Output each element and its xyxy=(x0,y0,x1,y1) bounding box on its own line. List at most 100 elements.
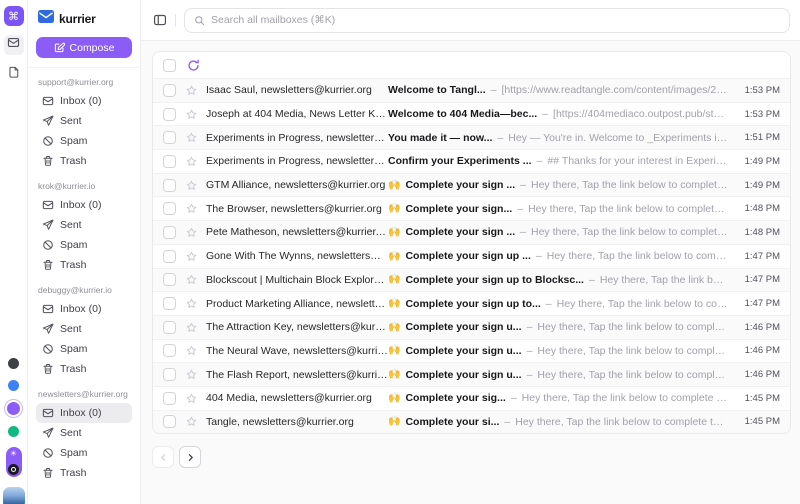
row-checkbox[interactable] xyxy=(163,415,176,428)
row-checkbox[interactable] xyxy=(163,179,176,192)
email-row[interactable]: Blockscout | Multichain Block Explorer F… xyxy=(153,268,790,292)
row-checkbox[interactable] xyxy=(163,368,176,381)
inbox-icon xyxy=(42,407,54,419)
star-icon[interactable] xyxy=(186,180,197,191)
theme-toggle[interactable]: ☀ xyxy=(6,447,22,477)
rail-bottom: ☀ xyxy=(3,358,25,504)
sidebar-mailbox-item[interactable]: Trash xyxy=(36,151,132,171)
compose-button[interactable]: Compose xyxy=(36,37,132,58)
sidebar-mailbox-item[interactable]: Inbox (0) xyxy=(36,403,132,423)
search-bar[interactable] xyxy=(184,8,790,33)
star-icon[interactable] xyxy=(186,274,197,285)
star-icon[interactable] xyxy=(186,109,197,120)
left-rail: ⌘ ☀ xyxy=(0,0,28,504)
email-row[interactable]: The Flash Report, newsletters@kurrier.or… xyxy=(153,362,790,386)
star-icon[interactable] xyxy=(186,227,197,238)
star-icon[interactable] xyxy=(186,156,197,167)
email-row[interactable]: Tangle, newsletters@kurrier.org 🙌 Comple… xyxy=(153,410,790,434)
row-checkbox[interactable] xyxy=(163,344,176,357)
sidebar-mailbox-item[interactable]: Inbox (0) xyxy=(36,91,132,111)
email-row[interactable]: Joseph at 404 Media, News Letter Kurrier… xyxy=(153,102,790,126)
command-palette-button[interactable]: ⌘ xyxy=(4,6,24,26)
row-checkbox[interactable] xyxy=(163,155,176,168)
select-all-checkbox[interactable] xyxy=(163,59,176,72)
row-checkbox[interactable] xyxy=(163,273,176,286)
prev-page-button[interactable] xyxy=(152,446,174,468)
row-checkbox[interactable] xyxy=(163,392,176,405)
email-row[interactable]: Gone With The Wynns, newsletters@kurr...… xyxy=(153,244,790,268)
email-row[interactable]: Isaac Saul, newsletters@kurrier.org Welc… xyxy=(153,78,790,102)
email-row[interactable]: Product Marketing Alliance, newsletters.… xyxy=(153,291,790,315)
email-row[interactable]: 404 Media, newsletters@kurrier.org 🙌 Com… xyxy=(153,386,790,410)
star-icon[interactable] xyxy=(186,298,197,309)
pagination xyxy=(152,434,791,480)
row-checkbox[interactable] xyxy=(163,108,176,121)
sidebar-mailbox-item[interactable]: Spam xyxy=(36,339,132,359)
account-section: debuggy@kurrier.io Inbox (0) Sent Spam T… xyxy=(36,280,132,379)
sidebar-divider xyxy=(28,67,140,68)
accent-dot-blue[interactable] xyxy=(8,380,19,391)
row-checkbox[interactable] xyxy=(163,84,176,97)
row-checkbox[interactable] xyxy=(163,131,176,144)
row-checkbox[interactable] xyxy=(163,321,176,334)
accent-dot-dark[interactable] xyxy=(8,358,19,369)
user-avatar[interactable] xyxy=(3,487,25,504)
refresh-icon[interactable] xyxy=(187,59,200,72)
raising-hands-emoji: 🙌 xyxy=(388,416,400,427)
email-row[interactable]: The Browser, newsletters@kurrier.org 🙌 C… xyxy=(153,196,790,220)
email-snippet: Hey there, Tap the link below to complet… xyxy=(600,274,728,286)
subject-snippet-separator: – xyxy=(546,298,552,310)
row-checkbox[interactable] xyxy=(163,297,176,310)
star-icon[interactable] xyxy=(186,393,197,404)
star-icon[interactable] xyxy=(186,369,197,380)
raising-hands-emoji: 🙌 xyxy=(388,274,400,285)
mail-nav-button[interactable] xyxy=(4,35,24,55)
accent-dot-purple[interactable] xyxy=(7,402,20,415)
sidebar-mailbox-item[interactable]: Spam xyxy=(36,235,132,255)
documents-nav-button[interactable] xyxy=(4,64,24,84)
email-snippet: Hey there, Tap the link below to complet… xyxy=(547,250,728,262)
star-icon[interactable] xyxy=(186,416,197,427)
sidebar-mailbox-item[interactable]: Trash xyxy=(36,463,132,483)
email-row[interactable]: The Attraction Key, newsletters@kurrier.… xyxy=(153,315,790,339)
star-icon[interactable] xyxy=(186,203,197,214)
email-time: 1:49 PM xyxy=(734,180,780,191)
email-snippet: Hey there, Tap the link below to complet… xyxy=(522,392,728,404)
star-icon[interactable] xyxy=(186,345,197,356)
sidebar-mailbox-item[interactable]: Spam xyxy=(36,131,132,151)
star-icon[interactable] xyxy=(186,132,197,143)
subject-snippet-separator: – xyxy=(497,132,503,144)
sidebar-mailbox-item[interactable]: Sent xyxy=(36,215,132,235)
sent-icon xyxy=(42,115,54,127)
raising-hands-emoji: 🙌 xyxy=(388,180,400,191)
email-row[interactable]: Experiments in Progress, newsletters@k..… xyxy=(153,149,790,173)
trash-icon xyxy=(42,259,54,271)
search-input[interactable] xyxy=(211,14,780,26)
sidebar-mailbox-item[interactable]: Sent xyxy=(36,319,132,339)
sidebar-mailbox-item[interactable]: Spam xyxy=(36,443,132,463)
email-row[interactable]: Pete Matheson, newsletters@kurrier.org 🙌… xyxy=(153,220,790,244)
email-row[interactable]: Experiments in Progress, newsletters@ku.… xyxy=(153,125,790,149)
light-mode-sun-icon: ☀ xyxy=(10,450,17,458)
next-page-button[interactable] xyxy=(179,446,201,468)
sidebar-mailbox-item[interactable]: Sent xyxy=(36,423,132,443)
sidebar-mailbox-item[interactable]: Trash xyxy=(36,255,132,275)
sidebar-mailbox-item[interactable]: Sent xyxy=(36,111,132,131)
sidebar-mailbox-item[interactable]: Inbox (0) xyxy=(36,299,132,319)
account-section: krok@kurrier.io Inbox (0) Sent Spam Tras… xyxy=(36,176,132,275)
email-subject: Complete your sign ... xyxy=(405,226,515,238)
sidebar-mailbox-item[interactable]: Inbox (0) xyxy=(36,195,132,215)
star-icon[interactable] xyxy=(186,251,197,262)
star-icon[interactable] xyxy=(186,322,197,333)
star-icon[interactable] xyxy=(186,85,197,96)
subject-snippet-separator: – xyxy=(517,203,523,215)
sidebar-toggle-button[interactable] xyxy=(153,13,167,27)
email-time: 1:49 PM xyxy=(734,156,780,167)
email-row[interactable]: GTM Alliance, newsletters@kurrier.org 🙌 … xyxy=(153,173,790,197)
email-row[interactable]: The Neural Wave, newsletters@kurrier.org… xyxy=(153,339,790,363)
accent-dot-teal[interactable] xyxy=(8,426,19,437)
row-checkbox[interactable] xyxy=(163,226,176,239)
sidebar-mailbox-item[interactable]: Trash xyxy=(36,359,132,379)
row-checkbox[interactable] xyxy=(163,202,176,215)
row-checkbox[interactable] xyxy=(163,250,176,263)
